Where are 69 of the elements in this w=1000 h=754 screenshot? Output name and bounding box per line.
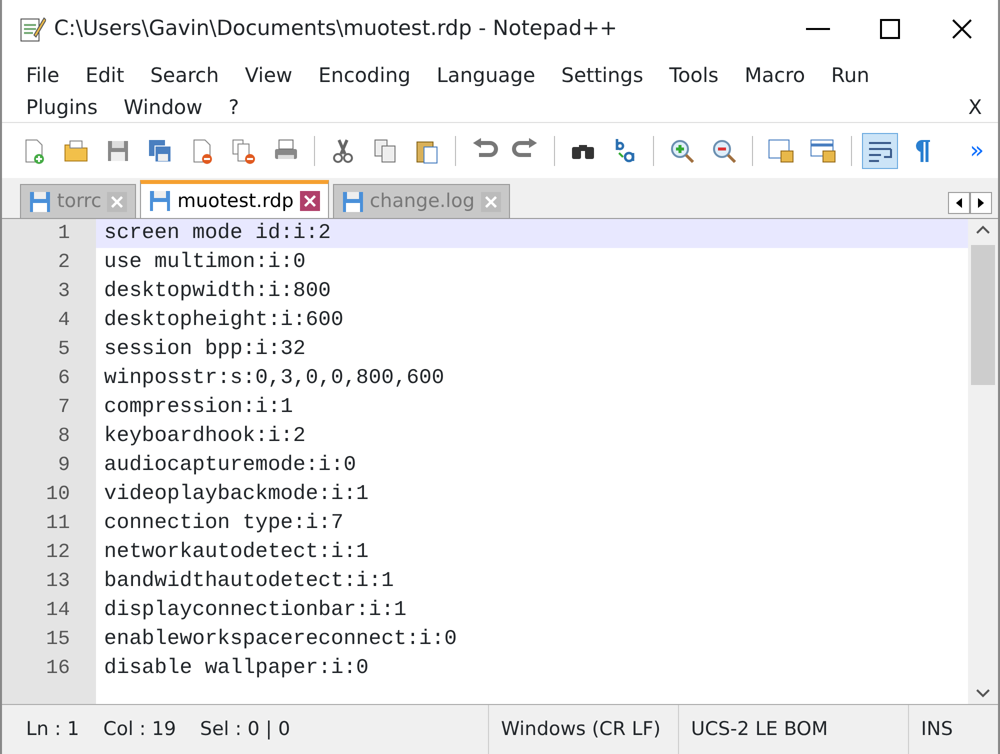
code-line: bandwidthautodetect:i:1 — [103, 569, 395, 595]
status-text: UCS-2 LE BOM — [678, 705, 908, 754]
more-button[interactable]: » — [970, 132, 984, 168]
code-line: desktopheight:i:600 — [103, 308, 344, 334]
status-text: Sel : 0 | 0 — [200, 717, 290, 742]
code-line: disable wallpaper:i:0 — [103, 656, 370, 682]
menu-item[interactable]: Tools — [669, 60, 719, 90]
code-line: winposstr:s:0,3,0,0,800,600 — [103, 366, 446, 392]
line-number: 13 — [44, 569, 71, 595]
tab-label: muotest.rdp — [177, 188, 294, 214]
menu-item[interactable]: Plugins — [26, 92, 98, 122]
line-number: 5 — [56, 337, 71, 363]
code-line: networkautodetect:i:1 — [103, 540, 370, 566]
code-line: session bpp:i:32 — [103, 337, 307, 363]
code-line: compression:i:1 — [103, 395, 294, 421]
code-line: enableworkspacereconnect:i:0 — [103, 627, 458, 653]
maximize-icon — [878, 17, 902, 41]
menu-item[interactable]: Run — [831, 60, 870, 90]
line-number: 2 — [56, 250, 71, 276]
close-icon — [107, 192, 128, 212]
minimize-icon — [806, 28, 830, 30]
line-number: 3 — [56, 279, 71, 305]
close-icon — [480, 192, 501, 212]
menu-item[interactable]: View — [244, 60, 292, 90]
tab[interactable]: muotest.rdp — [140, 180, 329, 218]
scroll-right-icon — [970, 192, 992, 214]
code-line: desktopwidth:i:800 — [103, 279, 332, 305]
code-line: audiocapturemode:i:0 — [103, 453, 358, 479]
status-text: Windows (CR LF) — [488, 705, 678, 754]
line-number: 9 — [56, 453, 71, 479]
tab-label: change.log — [370, 189, 475, 214]
line-number: 8 — [56, 424, 71, 450]
toolbar-button[interactable] — [862, 132, 898, 168]
line-number: 10 — [44, 482, 71, 508]
line-number: 12 — [44, 540, 71, 566]
line-number: 15 — [44, 627, 71, 653]
scrollbar-thumb[interactable] — [971, 245, 995, 385]
scroll-left-icon — [948, 192, 970, 214]
line-number: 1 — [56, 221, 71, 247]
window-title: C:\Users\Gavin\Documents\muotest.rdp - Notepad++ — [54, 15, 618, 42]
menu-item[interactable]: Edit — [85, 60, 124, 90]
code-line: use multimon:i:0 — [103, 250, 307, 276]
code-line: displayconnectionbar:i:1 — [103, 598, 408, 624]
line-number: 6 — [56, 366, 71, 392]
menu-item[interactable]: Settings — [561, 60, 644, 90]
menu-item[interactable]: ? — [228, 92, 240, 122]
line-number: 7 — [56, 395, 71, 421]
line-number: 16 — [44, 656, 71, 682]
line-number: 11 — [44, 511, 71, 537]
menu-item[interactable]: Search — [150, 60, 219, 90]
status-text: Col : 19 — [103, 717, 176, 742]
files-minus-icon — [230, 136, 258, 164]
tab-label: torrc — [57, 189, 102, 214]
menu-item[interactable]: File — [26, 60, 60, 90]
close-icon — [950, 17, 974, 41]
code-line: keyboardhook:i:2 — [103, 424, 307, 450]
menu-item[interactable]: Language — [436, 60, 536, 90]
close-document-button[interactable]: X — [968, 92, 998, 122]
menu-item[interactable]: Encoding — [318, 60, 411, 90]
line-number: 4 — [56, 308, 71, 334]
code-line: connection type:i:7 — [103, 511, 344, 537]
menu-item[interactable]: Macro — [744, 60, 806, 90]
status-text: Ln : 1 — [26, 717, 80, 742]
line-number: 14 — [44, 598, 71, 624]
close-icon — [300, 191, 320, 211]
notepad-icon — [18, 15, 46, 43]
code-line: videoplaybackmode:i:1 — [103, 482, 370, 508]
menu-item[interactable]: Window — [124, 92, 202, 122]
status-text: INS — [908, 705, 998, 754]
